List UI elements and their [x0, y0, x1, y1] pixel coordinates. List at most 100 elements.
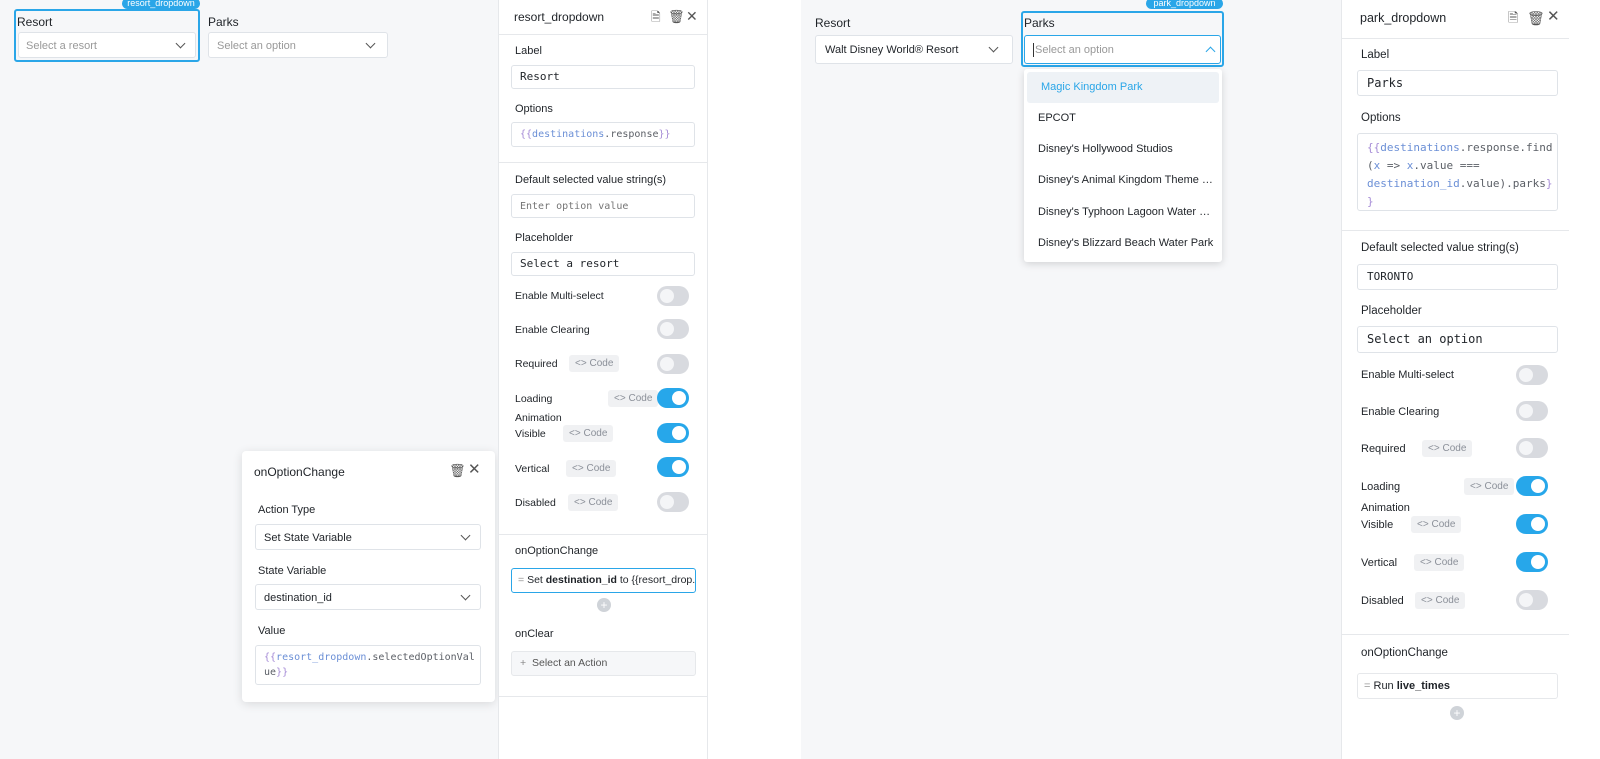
label-input[interactable]: Parks [1357, 70, 1558, 96]
event-handler-item[interactable]: = Run live_times [1357, 673, 1558, 699]
loading-animation-toggle[interactable] [657, 388, 689, 408]
toggle-label: Required [1361, 443, 1406, 455]
inspector-title: resort_dropdown [514, 10, 605, 24]
dropdown-option[interactable]: EPCOT [1024, 103, 1216, 134]
toggle-label-line2: Animation [515, 412, 562, 424]
code-toggle[interactable]: <> Code [608, 390, 659, 407]
required-toggle[interactable] [1516, 438, 1548, 458]
code-prop: .response.find [1459, 141, 1553, 154]
options-field-label: Options [1361, 112, 1401, 124]
options-field-label: Options [515, 103, 553, 115]
toggle-label: Required [515, 358, 558, 370]
label-field-label: Label [515, 45, 542, 57]
visible-toggle[interactable] [1516, 514, 1548, 534]
event-suffix: to {{resort_drop... [619, 574, 696, 586]
divider [499, 534, 707, 535]
code-toggle[interactable]: <> Code [1464, 478, 1515, 495]
code-toggle[interactable]: <> Code [566, 460, 617, 477]
default-value-label: Default selected value string(s) [515, 174, 667, 186]
trash-icon[interactable]: 🗑 [668, 10, 685, 24]
chevron-down-icon [365, 38, 376, 49]
parks-label: Parks [1024, 16, 1055, 30]
onclear-action[interactable]: + Select an Action [511, 651, 696, 676]
placeholder-input[interactable]: Select an option [1357, 326, 1558, 353]
code-prop: .value === [1413, 159, 1480, 172]
chevron-down-icon [460, 590, 471, 601]
options-code-line: {{destinations.response.find [1367, 141, 1553, 154]
document-icon[interactable]: 🗎 [1508, 11, 1518, 25]
code-toggle[interactable]: <> Code [568, 494, 619, 511]
resort-label: Resort [17, 15, 53, 29]
action-type-select[interactable]: Set State Variable [255, 524, 481, 550]
resort-select[interactable]: Select a resort [18, 32, 196, 58]
required-toggle[interactable] [657, 354, 689, 374]
vertical-toggle[interactable] [657, 457, 689, 477]
dropdown-option[interactable]: Magic Kingdom Park [1027, 72, 1219, 103]
chevron-up-icon [1205, 46, 1216, 57]
drag-handle-icon[interactable]: = [1364, 680, 1370, 692]
state-variable-label: State Variable [258, 565, 327, 577]
code-toggle[interactable]: <> Code [1411, 516, 1462, 533]
event-handler-item[interactable]: = Set destination_id to {{resort_drop... [511, 568, 696, 593]
code-icon: <> [575, 358, 587, 369]
default-value-input[interactable]: TORONTO [1357, 264, 1558, 290]
code-prop: .selectedOptionVal [366, 652, 475, 663]
drag-handle-icon[interactable]: = [518, 574, 524, 586]
add-event-icon[interactable]: + [1450, 706, 1464, 720]
resort-select[interactable]: Walt Disney World® Resort [815, 35, 1013, 64]
code-toggle[interactable]: <> Code [569, 355, 620, 372]
parks-select-open[interactable]: Select an option [1024, 35, 1221, 64]
dropdown-option[interactable]: Disney's Typhoon Lagoon Water Park [1024, 197, 1216, 228]
code-toggle[interactable]: <> Code [1422, 440, 1473, 457]
loading-animation-toggle[interactable] [1516, 476, 1548, 496]
disabled-toggle[interactable] [1516, 590, 1548, 610]
trash-icon[interactable]: 🗑 [449, 464, 466, 478]
code-icon: <> [614, 393, 626, 404]
value-code-field[interactable]: {{resort_dropdown.selectedOptionVal ue}} [255, 645, 481, 685]
code-toggle[interactable]: <> Code [1414, 554, 1465, 571]
widget-name-tag: resort_dropdown [122, 0, 200, 9]
clearing-toggle[interactable] [1516, 401, 1548, 421]
default-value-input[interactable] [511, 194, 695, 218]
code-toggle[interactable]: <> Code [563, 425, 614, 442]
action-type-label: Action Type [258, 504, 316, 516]
add-event-icon[interactable]: + [597, 598, 611, 612]
chevron-down-icon [175, 38, 186, 49]
state-variable-select[interactable]: destination_id [255, 584, 481, 610]
visible-toggle[interactable] [657, 423, 689, 443]
dropdown-option[interactable]: Disney's Blizzard Beach Water Park [1024, 228, 1216, 259]
chevron-down-icon [460, 530, 471, 541]
close-icon[interactable]: ✕ [468, 462, 481, 477]
disabled-toggle[interactable] [657, 492, 689, 512]
default-value: TORONTO [1367, 270, 1414, 283]
multi-select-toggle[interactable] [1516, 365, 1548, 385]
dropdown-option[interactable]: Disney's Hollywood Studios [1024, 134, 1216, 165]
inspector-panel: resort_dropdown 🗎 🗑 ✕ Label Resort Optio… [498, 0, 708, 759]
widget-name-tag: park_dropdown [1146, 0, 1223, 9]
parks-select[interactable]: Select an option [208, 32, 388, 58]
code-var: destination_id [1367, 177, 1460, 190]
label-input[interactable]: Resort [511, 65, 695, 89]
inspector-title: park_dropdown [1360, 11, 1447, 25]
placeholder-input[interactable]: Select a resort [511, 252, 695, 276]
code-label: Code [589, 358, 614, 369]
close-icon[interactable]: ✕ [686, 9, 698, 23]
close-icon[interactable]: ✕ [1547, 9, 1560, 24]
document-icon[interactable]: 🗎 [651, 10, 661, 24]
vertical-toggle[interactable] [1516, 552, 1548, 572]
parks-select-placeholder: Select an option [217, 40, 296, 52]
event-handler-panel: onOptionChange 🗑 ✕ Action Type Set State… [242, 451, 495, 702]
placeholder-input-value: Select an option [1367, 332, 1483, 346]
dropdown-option[interactable]: Disney's Animal Kingdom Theme Park [1024, 165, 1216, 196]
multi-select-toggle[interactable] [657, 286, 689, 306]
clearing-toggle[interactable] [657, 319, 689, 339]
code-label: Code [628, 393, 653, 404]
code-icon: <> [1428, 443, 1440, 454]
code-toggle[interactable]: <> Code [1415, 592, 1466, 609]
trash-icon[interactable]: 🗑 [1527, 11, 1545, 25]
options-code-field[interactable]: {{destinations.response}} [511, 122, 695, 147]
options-code-field[interactable]: {{destinations.response.find (x => x.val… [1357, 133, 1558, 211]
code-prop: ue [264, 667, 277, 678]
code-icon: <> [572, 463, 584, 474]
divider [1342, 38, 1569, 39]
